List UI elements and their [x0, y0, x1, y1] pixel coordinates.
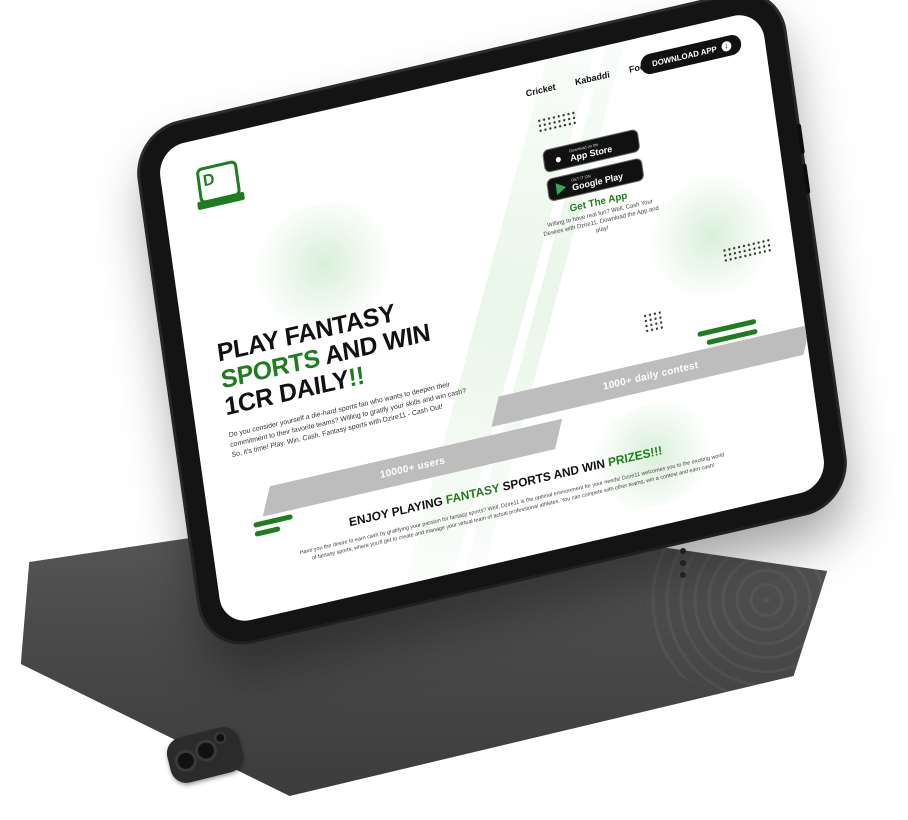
decor-dot-grid [642, 309, 665, 334]
flash-icon [213, 730, 228, 746]
download-app-button[interactable]: DOWNLOAD APP ↓ [638, 32, 743, 77]
site-logo[interactable]: D [195, 159, 245, 211]
contest-count: 1000+ daily contest [602, 359, 700, 393]
logo-mark: D [202, 170, 216, 191]
download-icon: ↓ [720, 40, 733, 53]
decor-green-stripe [254, 526, 281, 537]
logo-ribbon [197, 191, 245, 211]
apple-icon: ● [553, 150, 563, 167]
hero-section: PLAY FANTASY SPORTS AND WIN 1CR DAILY!! … [215, 285, 476, 462]
background-glow [635, 161, 789, 312]
google-play-icon [555, 180, 567, 195]
headline-exclaim: !! [346, 361, 367, 393]
download-app-label: DOWNLOAD APP [651, 44, 718, 68]
decor-green-stripe [253, 513, 293, 528]
smart-connector [680, 548, 686, 584]
